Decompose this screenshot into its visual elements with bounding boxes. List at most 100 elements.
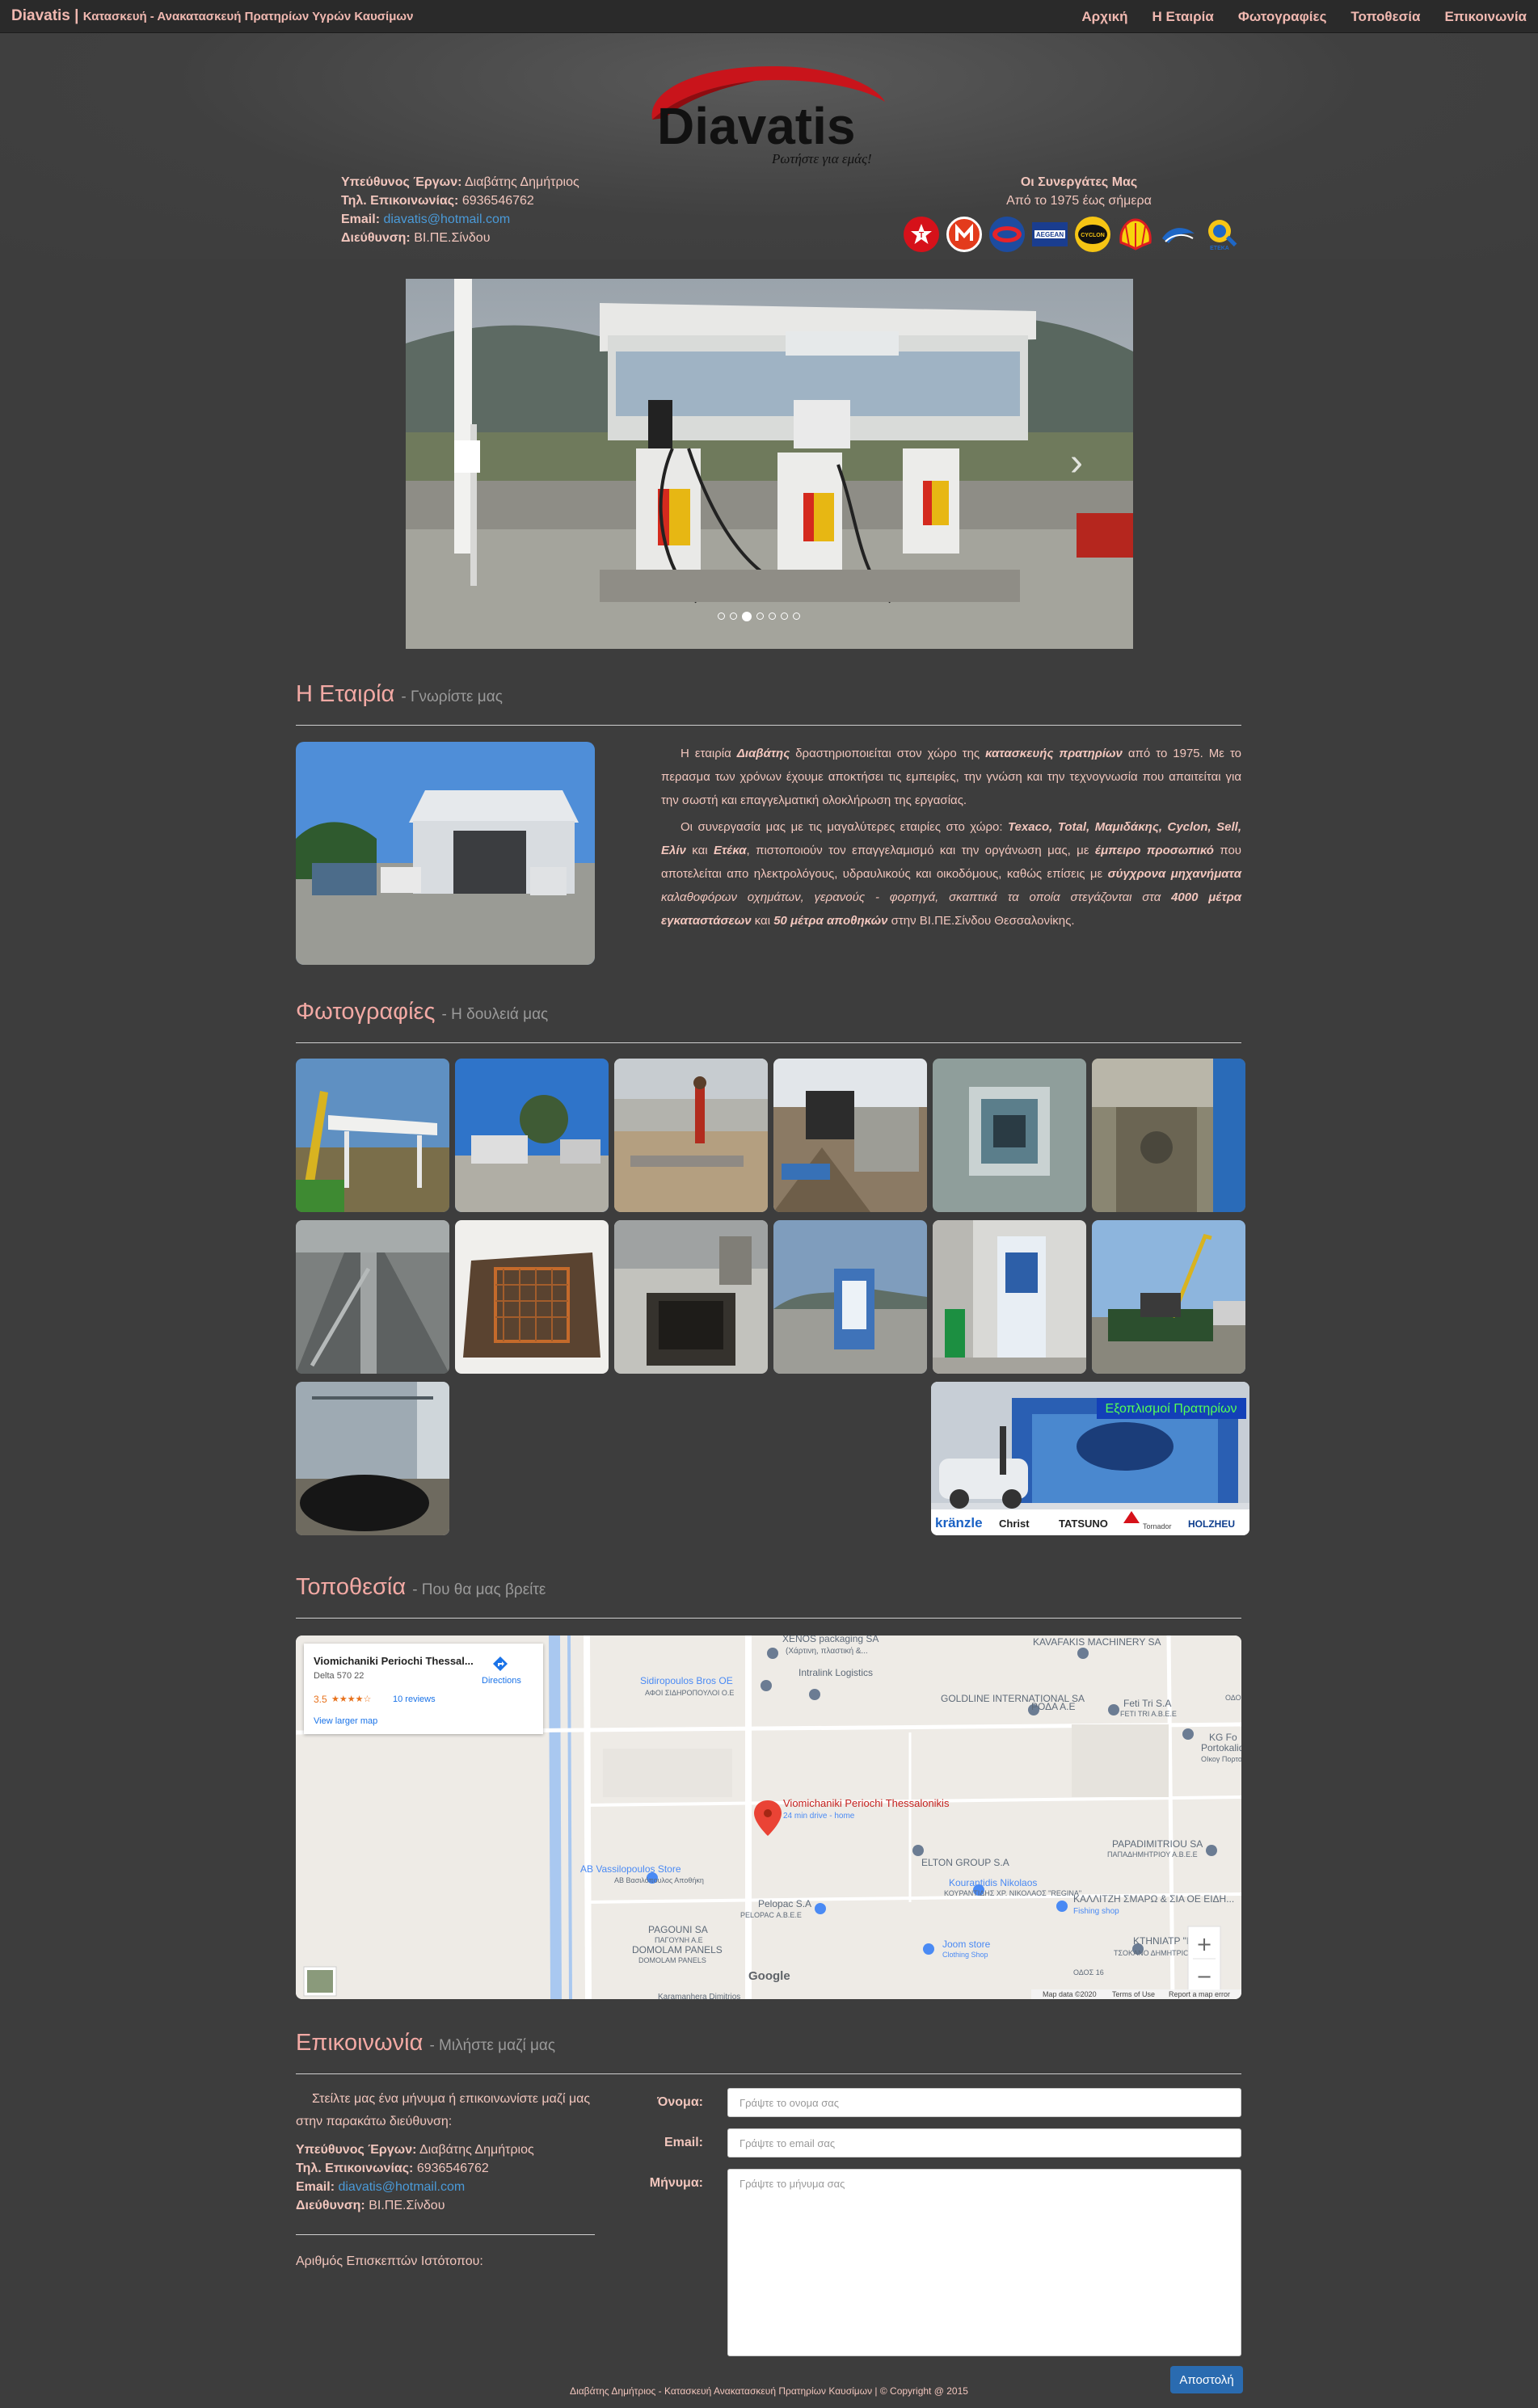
location-subtitle: - Που θα μας βρείτε: [412, 1581, 546, 1598]
company-divider: [296, 725, 1241, 726]
text-run: και: [685, 844, 714, 857]
map-pin-title: Viomichaniki Periochi Thessalonikis: [783, 1797, 950, 1809]
message-textarea[interactable]: Γράψτε το μήνυμα σας: [727, 2169, 1241, 2356]
directions-icon[interactable]: [491, 1655, 509, 1673]
gallery-photo[interactable]: [773, 1059, 927, 1212]
tornador-logo: Tornador: [1143, 1522, 1172, 1530]
map-report-link[interactable]: Report a map error: [1169, 1990, 1230, 1998]
kranzle-logo: kränzle: [935, 1515, 983, 1530]
map-label: ΠΑΠΑΔΗΜΗΤΡΙΟΥ Α.Β.Ε.Ε: [1107, 1850, 1198, 1859]
gallery-photo[interactable]: [933, 1059, 1086, 1212]
partners-subtitle: Από το 1975 έως σήμερα: [1006, 194, 1152, 208]
map-label: DOMOLAM PANELS: [638, 1956, 706, 1964]
partners-block: Οι Συνεργάτες Μας Από το 1975 έως σήμερα: [905, 173, 1253, 210]
name-input[interactable]: Γράψτε το ονομα σας: [727, 2088, 1241, 2117]
map-label: Fishing shop: [1073, 1907, 1119, 1916]
elin-logo: [1161, 217, 1196, 252]
contact-phone-label: Τηλ. Επικοινωνίας:: [296, 2162, 414, 2175]
map-terms-link[interactable]: Terms of Use: [1112, 1990, 1155, 1998]
carousel-dot[interactable]: [781, 613, 788, 620]
location-divider: [296, 1618, 1241, 1619]
gallery-photo[interactable]: [614, 1220, 768, 1374]
gallery-photo[interactable]: [455, 1220, 609, 1374]
partners-title: Οι Συνεργάτες Μας: [1020, 175, 1138, 189]
map-label: ΤΣΟΚΑΝΟ ΔΗΜΗΤΡΙΟΣ: [1114, 1949, 1194, 1957]
contact-title: Επικοινωνία: [296, 2030, 423, 2056]
equipment-ad-banner[interactable]: Εξοπλισμοί Πρατηρίων kränzle Christ TATS…: [931, 1382, 1249, 1535]
map-label: KG Fo: [1209, 1732, 1237, 1743]
brand-tagline: Κατασκευή - Ανακατασκευή Πρατηρίων Υγρών…: [82, 10, 414, 23]
carousel-dot-active[interactable]: [742, 612, 752, 621]
manager-label: Υπεύθυνος Έργων:: [341, 175, 462, 189]
map-label: ΠΑΓΟΥΝΗ Α.Ε: [655, 1936, 703, 1944]
carousel-dot[interactable]: [718, 613, 725, 620]
carousel-dot[interactable]: [756, 613, 764, 620]
gallery-photo[interactable]: [455, 1059, 609, 1212]
photos-section-title: Φωτογραφίες - Η δουλειά μας: [296, 999, 548, 1025]
gallery-photo[interactable]: [933, 1220, 1086, 1374]
map-label: PELOPAC Α.Β.Ε.Ε: [740, 1911, 802, 1919]
christ-logo: Christ: [999, 1518, 1030, 1530]
nav-item-location[interactable]: Τοποθεσία: [1350, 9, 1420, 25]
map-label: Intralink Logistics: [798, 1667, 873, 1678]
company-paragraph-2: Οι συνεργασία μας με τις μαγαλύτερες ετα…: [661, 815, 1241, 932]
gallery-photo[interactable]: [614, 1059, 768, 1212]
nav-item-home[interactable]: Αρχική: [1081, 9, 1127, 25]
text-run-emph: Διαβάτης: [736, 747, 790, 760]
zoom-out-button[interactable]: −: [1196, 1965, 1212, 1988]
carousel-next-button[interactable]: ›: [1070, 440, 1083, 485]
brand-name[interactable]: Diavatis: [11, 7, 70, 24]
phone-label: Τηλ. Επικοινωνίας:: [341, 194, 459, 208]
contact-left-divider: [296, 2234, 595, 2235]
contact-manager-name: Διαβάτης Δημήτριος: [419, 2143, 534, 2157]
svg-text:ETEKA: ETEKA: [1210, 246, 1229, 251]
gallery-photo[interactable]: [1092, 1220, 1245, 1374]
map-label: ΚΑΛΛΙΤΖΗ ΣΜΑΡΩ & ΣΙΑ ΟΕ ΕΙΔΗ...: [1073, 1893, 1234, 1905]
gallery-photo[interactable]: [296, 1220, 449, 1374]
google-logo[interactable]: Google: [748, 1969, 790, 1983]
text-run: Η εταιρία: [681, 747, 737, 760]
gallery-photo[interactable]: [296, 1382, 449, 1535]
address-label: Διεύθυνση:: [341, 231, 411, 245]
view-larger-map-link[interactable]: View larger map: [314, 1716, 377, 1726]
carousel-dot[interactable]: [793, 613, 800, 620]
map-label: ΑΦΟΙ ΣΙΔΗΡΟΠΟΥΛΟΙ Ο.Ε: [645, 1689, 734, 1697]
text-run-emph: έμπειρο προσωπικό: [1094, 844, 1214, 857]
message-label: Μήνυμα:: [649, 2176, 703, 2190]
diavatis-logo[interactable]: Diavatis Ρωτήστε για εμάς!: [643, 63, 893, 168]
location-section-title: Τοποθεσία - Που θα μας βρείτε: [296, 1574, 546, 1601]
carousel-prev-button[interactable]: ‹: [456, 440, 469, 485]
footer-copyright: Διαβάτης Δημήτριος - Κατασκευή Ανακατασκ…: [570, 2385, 968, 2397]
email-input[interactable]: Γράψτε το email σας: [727, 2128, 1241, 2158]
nav-item-photos[interactable]: Φωτογραφίες: [1238, 9, 1327, 25]
photos-subtitle: - Η δουλειά μας: [441, 1006, 549, 1023]
carousel-dot[interactable]: [769, 613, 776, 620]
zoom-in-button[interactable]: +: [1196, 1933, 1212, 1955]
holzheu-logo: HOLZHEU: [1188, 1518, 1235, 1530]
contact-section-title: Επικοινωνία - Μιλήστε μαζί μας: [296, 2030, 555, 2056]
contact-address-label: Διεύθυνση:: [296, 2199, 365, 2212]
nav-item-company[interactable]: Η Εταιρία: [1152, 9, 1214, 25]
map-label: ΟΙκογ Πορτοκαλιδη: [1201, 1755, 1241, 1763]
nav-item-contact[interactable]: Επικοινωνία: [1444, 9, 1527, 25]
map-label: FETI TRI A.B.E.E: [1120, 1710, 1177, 1718]
company-section-title: Η Εταιρία - Γνωρίστε μας: [296, 681, 503, 708]
gallery-photo[interactable]: [296, 1059, 449, 1212]
contact-email-link[interactable]: diavatis@hotmail.com: [338, 2180, 465, 2194]
header-contact-info: Υπεύθυνος Έργων: Διαβάτης Δημήτριος Τηλ.…: [341, 173, 579, 247]
brand[interactable]: Diavatis | Κατασκευή - Ανακατασκευή Πρατ…: [11, 7, 413, 25]
map-reviews-link[interactable]: 10 reviews: [393, 1694, 436, 1704]
google-map-embed[interactable]: XENOS packaging SA (Χάρτινη, πλαστική &.…: [296, 1636, 1241, 1999]
text-run-emph: 50 μέτρα αποθηκών: [773, 914, 888, 928]
email-link[interactable]: diavatis@hotmail.com: [383, 213, 510, 226]
directions-link[interactable]: Directions: [482, 1676, 521, 1686]
carousel-dot[interactable]: [730, 613, 737, 620]
map-label: Portokalidi E: [1201, 1742, 1241, 1753]
cyclon-logo: [989, 217, 1025, 252]
map-label: PAPADIMITRIOU SA: [1112, 1838, 1203, 1850]
map-label: XENOS packaging SA: [782, 1636, 879, 1644]
photo-carousel[interactable]: ‹ ›: [406, 279, 1133, 649]
gallery-photo[interactable]: [1092, 1059, 1245, 1212]
gallery-photo[interactable]: [773, 1220, 927, 1374]
logo-text: Diavatis: [657, 97, 855, 155]
